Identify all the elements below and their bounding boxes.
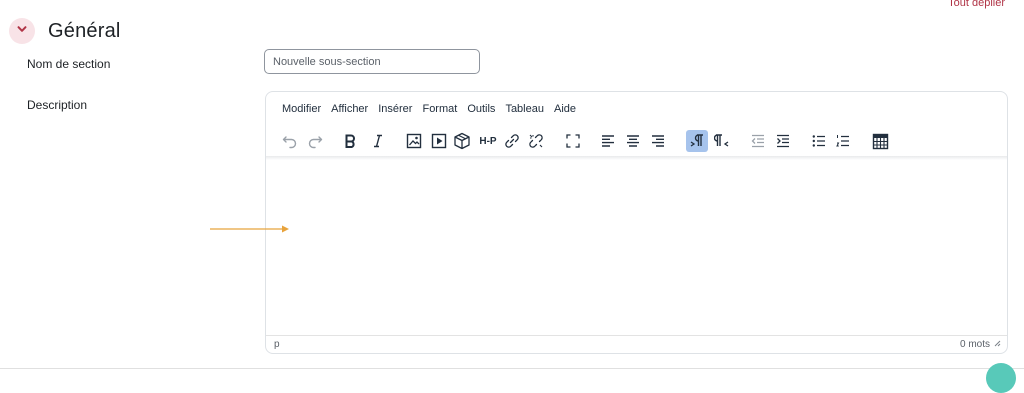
bullet-list-icon <box>812 134 826 148</box>
image-button[interactable] <box>403 130 425 152</box>
align-left-icon <box>601 134 615 148</box>
indent-icon <box>776 134 790 148</box>
align-right-button[interactable] <box>647 130 669 152</box>
section-title: Général <box>48 19 121 42</box>
editor-content-area[interactable] <box>266 160 1007 335</box>
unlink-icon <box>528 133 544 149</box>
menu-tableau[interactable]: Tableau <box>505 103 544 115</box>
bold-button[interactable] <box>339 130 361 152</box>
statusbar-right: 0 mots <box>960 339 1001 350</box>
content-bank-icon <box>453 132 471 150</box>
content-bank-button[interactable] <box>451 130 473 152</box>
numbered-list-button[interactable] <box>832 130 854 152</box>
fullscreen-icon <box>566 134 580 148</box>
rtl-icon <box>714 133 730 149</box>
section-name-input[interactable] <box>264 49 480 74</box>
help-bubble-icon[interactable] <box>986 363 1016 393</box>
menu-modifier[interactable]: Modifier <box>282 103 321 115</box>
ltr-button[interactable] <box>686 130 708 152</box>
undo-button[interactable] <box>279 130 301 152</box>
link-icon <box>504 133 520 149</box>
align-right-icon <box>651 134 665 148</box>
description-label: Description <box>27 98 88 112</box>
word-count: 0 mots <box>959 339 990 350</box>
bottom-divider <box>0 368 1024 369</box>
editor-statusbar: p 0 mots <box>266 335 1007 353</box>
resize-handle-icon[interactable] <box>993 339 1001 350</box>
section-toggle-button[interactable] <box>9 18 35 44</box>
bold-icon <box>342 133 358 149</box>
rtl-button[interactable] <box>711 130 733 152</box>
section-name-label: Nom de section <box>27 57 111 71</box>
menu-format[interactable]: Format <box>422 103 457 115</box>
calculator-icon <box>872 133 889 150</box>
redo-icon <box>307 133 323 149</box>
numbered-list-icon <box>836 134 850 148</box>
fullscreen-button[interactable] <box>562 130 584 152</box>
menu-outils[interactable]: Outils <box>467 103 495 115</box>
menu-aide[interactable]: Aide <box>554 103 576 115</box>
h5p-button[interactable]: H-P <box>475 130 501 152</box>
expand-all-link[interactable]: Tout déplier <box>948 0 1005 9</box>
chevron-down-icon <box>16 22 28 40</box>
italic-icon <box>370 133 386 149</box>
link-button[interactable] <box>501 130 523 152</box>
annotation-arrow-icon <box>210 222 292 240</box>
media-icon <box>431 133 447 149</box>
align-center-button[interactable] <box>622 130 644 152</box>
undo-icon <box>282 133 298 149</box>
align-left-button[interactable] <box>597 130 619 152</box>
h5p-icon: H-P <box>479 135 497 147</box>
bullet-list-button[interactable] <box>808 130 830 152</box>
menu-afficher[interactable]: Afficher <box>331 103 368 115</box>
indent-button[interactable] <box>772 130 794 152</box>
editor-menubar: Modifier Afficher Insérer Format Outils … <box>282 103 586 115</box>
outdent-button[interactable] <box>747 130 769 152</box>
section-header: Général <box>9 18 121 44</box>
description-editor: Modifier Afficher Insérer Format Outils … <box>265 91 1008 354</box>
align-center-icon <box>626 134 640 148</box>
menu-inserer[interactable]: Insérer <box>378 103 412 115</box>
image-icon <box>406 133 422 149</box>
redo-button[interactable] <box>304 130 326 152</box>
ltr-icon <box>689 133 705 149</box>
outdent-icon <box>751 134 765 148</box>
media-button[interactable] <box>428 130 450 152</box>
calculator-button[interactable] <box>869 130 891 152</box>
element-path[interactable]: p <box>274 339 280 350</box>
italic-button[interactable] <box>367 130 389 152</box>
unlink-button[interactable] <box>525 130 547 152</box>
